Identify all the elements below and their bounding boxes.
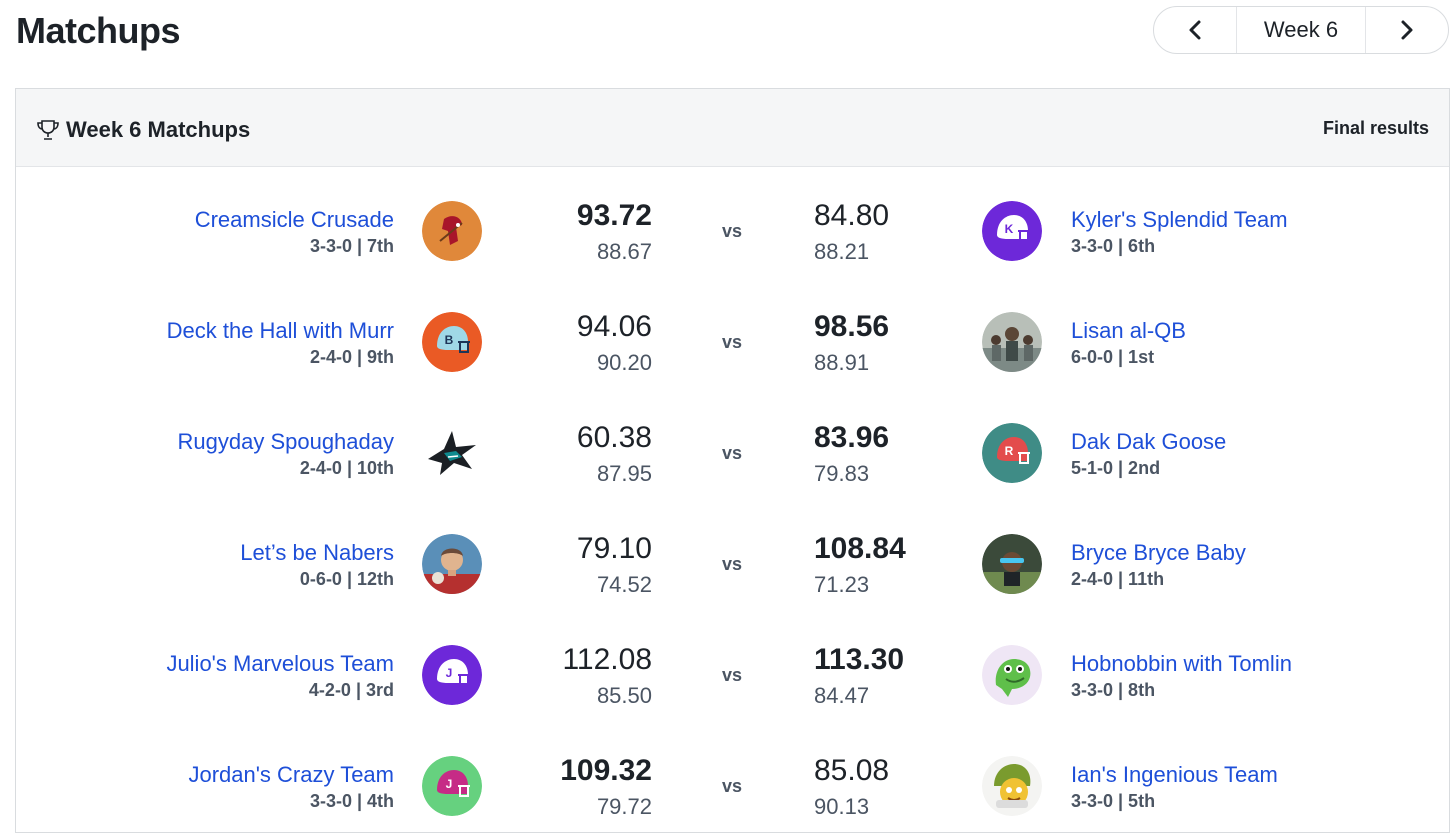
vs-label: vs [722, 443, 743, 463]
team-avatar-right[interactable]: R [982, 423, 1042, 483]
team-name-left[interactable]: Deck the Hall with Murr [167, 318, 394, 344]
team-record-right: 6-0-0 | 1st [1071, 347, 1155, 367]
team-projected-left: 87.95 [596, 461, 652, 486]
matchup-row[interactable]: Let’s be Nabers 0-6-0 | 12th 79.10 74.52… [16, 510, 1449, 621]
svg-text:K: K [1005, 222, 1014, 236]
team-score-left: 112.08 [562, 643, 652, 676]
vs-label: vs [722, 776, 743, 796]
team-avatar-right[interactable] [982, 645, 1042, 705]
vs-label: vs [722, 554, 743, 574]
matchup-row[interactable]: Deck the Hall with Murr 2-4-0 | 9th B 94… [16, 288, 1449, 399]
team-record-left: 2-4-0 | 10th [299, 458, 394, 478]
team-name-left[interactable]: Creamsicle Crusade [195, 207, 394, 233]
matchup-row[interactable]: Creamsicle Crusade 3-3-0 | 7th 93.72 88.… [16, 177, 1449, 288]
team-score-right: 84.80 [814, 199, 890, 232]
team-projected-left: 79.72 [596, 794, 652, 819]
chevron-left-icon [1189, 20, 1201, 40]
svg-text:B: B [445, 333, 454, 347]
team-projected-left: 85.50 [596, 683, 652, 708]
team-name-right[interactable]: Bryce Bryce Baby [1071, 540, 1246, 566]
team-projected-right: 79.83 [814, 461, 870, 486]
svg-text:J: J [446, 777, 453, 791]
team-projected-left: 90.20 [596, 350, 652, 375]
team-name-right[interactable]: Ian's Ingenious Team [1071, 762, 1278, 788]
team-record-right: 5-1-0 | 2nd [1071, 458, 1161, 478]
team-score-left: 60.38 [576, 421, 652, 454]
team-name-right[interactable]: Hobnobbin with Tomlin [1071, 651, 1292, 677]
team-avatar-left[interactable] [422, 201, 482, 261]
team-avatar-left[interactable] [422, 423, 482, 483]
team-name-left[interactable]: Let’s be Nabers [240, 540, 394, 566]
team-avatar-right[interactable]: K [982, 201, 1042, 261]
team-avatar-left[interactable]: J [422, 756, 482, 816]
vs-label: vs [722, 332, 743, 352]
team-record-left: 3-3-0 | 7th [309, 236, 394, 256]
team-score-left: 94.06 [576, 310, 652, 343]
team-projected-right: 90.13 [814, 794, 870, 819]
next-week-button[interactable] [1366, 7, 1448, 53]
svg-text:R: R [1005, 444, 1014, 458]
team-record-right: 3-3-0 | 5th [1071, 791, 1156, 811]
team-record-left: 0-6-0 | 12th [299, 569, 394, 589]
matchup-row[interactable]: Rugyday Spoughaday 2-4-0 | 10th 60.38 87… [16, 399, 1449, 510]
team-name-right[interactable]: Lisan al-QB [1071, 318, 1186, 344]
team-projected-right: 84.47 [814, 683, 870, 708]
current-week-label: Week 6 [1236, 7, 1366, 53]
card-title: Week 6 Matchups [36, 117, 250, 143]
team-projected-right: 88.21 [814, 239, 870, 264]
vs-label: vs [722, 665, 743, 685]
matchup-row[interactable]: Jordan's Crazy Team 3-3-0 | 4th J 109.32… [16, 732, 1449, 836]
page-title: Matchups [16, 10, 181, 51]
team-name-left[interactable]: Jordan's Crazy Team [188, 762, 394, 788]
team-avatar-left[interactable] [422, 534, 482, 594]
team-score-left: 93.72 [576, 199, 652, 232]
team-projected-right: 71.23 [814, 572, 870, 597]
team-name-right[interactable]: Kyler's Splendid Team [1071, 207, 1288, 233]
matchups-card: Week 6 Matchups Final results Creamsicle… [15, 88, 1450, 833]
team-name-left[interactable]: Rugyday Spoughaday [178, 429, 395, 455]
card-title-text: Week 6 Matchups [66, 117, 251, 142]
team-record-left: 4-2-0 | 3rd [308, 680, 394, 700]
team-score-left: 79.10 [576, 532, 652, 565]
team-avatar-right[interactable] [982, 534, 1042, 594]
team-record-left: 2-4-0 | 9th [309, 347, 394, 367]
trophy-icon [37, 120, 59, 140]
chevron-right-icon [1401, 20, 1413, 40]
team-projected-left: 88.67 [596, 239, 652, 264]
team-name-right[interactable]: Dak Dak Goose [1071, 429, 1226, 455]
team-record-right: 3-3-0 | 8th [1071, 680, 1156, 700]
team-score-right: 108.84 [814, 532, 906, 565]
card-header: Week 6 Matchups Final results [16, 89, 1449, 167]
team-record-right: 3-3-0 | 6th [1071, 236, 1156, 256]
team-score-right: 98.56 [814, 310, 890, 343]
team-score-right: 113.30 [814, 643, 905, 676]
team-avatar-right[interactable] [982, 756, 1042, 816]
team-score-right: 85.08 [814, 754, 890, 787]
svg-text:J: J [446, 666, 453, 680]
team-avatar-left[interactable]: J [422, 645, 482, 705]
team-projected-right: 88.91 [814, 350, 870, 375]
team-score-right: 83.96 [814, 421, 890, 454]
team-name-left[interactable]: Julio's Marvelous Team [166, 651, 394, 677]
matchup-row[interactable]: Julio's Marvelous Team 4-2-0 | 3rd J 112… [16, 621, 1449, 732]
team-projected-left: 74.52 [596, 572, 652, 597]
team-score-left: 109.32 [560, 754, 652, 787]
team-record-left: 3-3-0 | 4th [309, 791, 394, 811]
week-selector: Week 6 [1153, 6, 1449, 54]
results-status: Final results [1322, 118, 1429, 138]
team-avatar-left[interactable]: B [422, 312, 482, 372]
prev-week-button[interactable] [1154, 7, 1236, 53]
team-avatar-right[interactable] [982, 312, 1042, 372]
team-record-right: 2-4-0 | 11th [1071, 569, 1165, 589]
vs-label: vs [722, 221, 743, 241]
